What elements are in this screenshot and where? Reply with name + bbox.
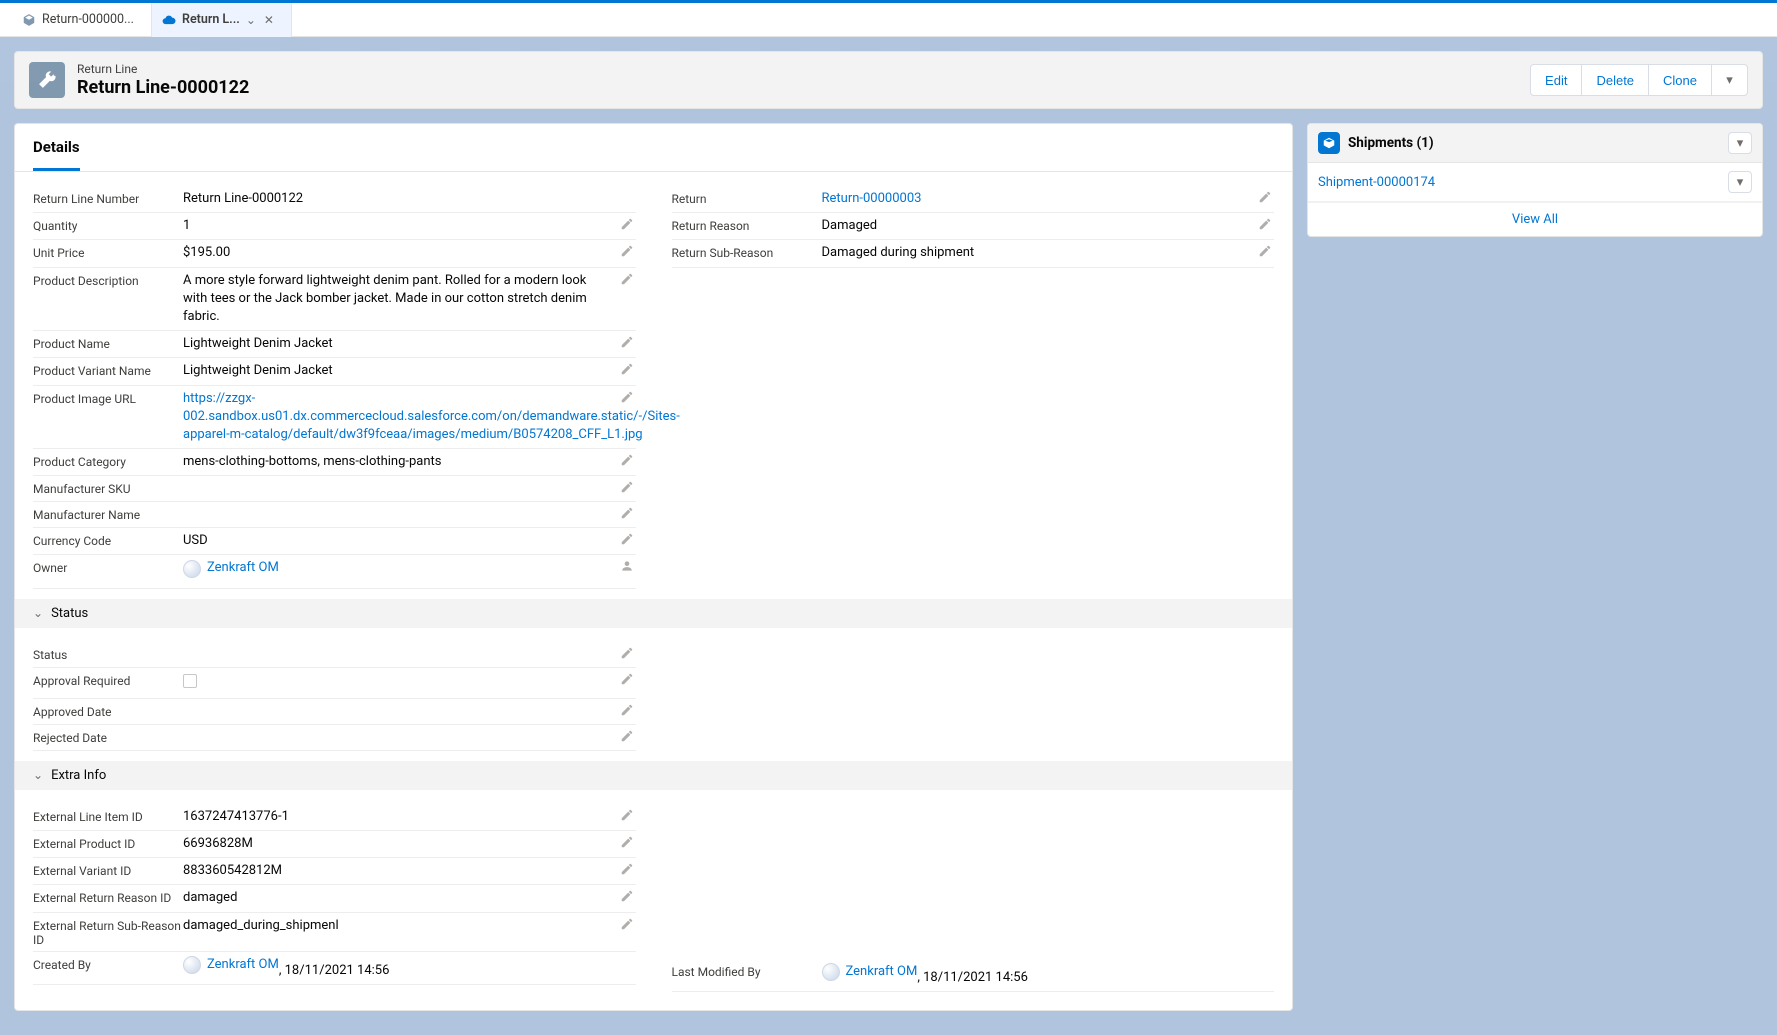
pencil-icon[interactable] — [620, 646, 634, 660]
tab-label: Return-000000... — [42, 12, 134, 27]
header-actions: Edit Delete Clone ▾ — [1530, 64, 1748, 96]
related-menu-button[interactable]: ▾ — [1728, 132, 1752, 154]
pencil-icon[interactable] — [620, 532, 634, 546]
related-shipments-card: Shipments (1) ▾ Shipment-00000174 ▾ View… — [1307, 123, 1763, 237]
field-external-return-reason-id: External Return Reason ID damaged — [33, 885, 636, 912]
field-return-reason: Return Reason Damaged — [672, 213, 1275, 240]
pencil-icon[interactable] — [620, 390, 634, 404]
field-currency-code: Currency Code USD — [33, 528, 636, 555]
pencil-icon[interactable] — [620, 862, 634, 876]
field-return: Return Return-00000003 — [672, 186, 1275, 213]
field-product-variant-name: Product Variant Name Lightweight Denim J… — [33, 358, 636, 385]
pencil-icon[interactable] — [1258, 244, 1272, 258]
record-header: Return Line Return Line-0000122 Edit Del… — [14, 51, 1763, 109]
field-quantity: Quantity 1 — [33, 213, 636, 240]
tab-return-line[interactable]: Return L... ⌄ ✕ — [152, 3, 292, 37]
owner-link[interactable]: Zenkraft OM — [207, 559, 279, 577]
pencil-icon[interactable] — [620, 835, 634, 849]
pencil-icon[interactable] — [620, 335, 634, 349]
details-left-column: Return Line Number Return Line-0000122 Q… — [33, 186, 636, 589]
clone-button[interactable]: Clone — [1649, 64, 1712, 96]
avatar — [822, 963, 840, 981]
entity-label: Return Line — [77, 62, 249, 76]
shipment-link[interactable]: Shipment-00000174 — [1318, 175, 1435, 190]
section-status[interactable]: ⌄ Status — [15, 599, 1292, 628]
avatar — [183, 560, 201, 578]
edit-button[interactable]: Edit — [1530, 64, 1582, 96]
tab-details[interactable]: Details — [33, 124, 80, 171]
tab-label: Return L... — [182, 12, 240, 27]
pencil-icon[interactable] — [620, 244, 634, 258]
cube-icon — [22, 13, 36, 27]
pencil-icon[interactable] — [620, 362, 634, 376]
list-item: Shipment-00000174 ▾ — [1308, 163, 1762, 202]
pencil-icon[interactable] — [1258, 190, 1272, 204]
pencil-icon[interactable] — [620, 480, 634, 494]
field-product-image-url: Product Image URL https://zzgx-002.sandb… — [33, 386, 636, 450]
pencil-icon[interactable] — [620, 506, 634, 520]
row-menu-button[interactable]: ▾ — [1728, 171, 1752, 193]
field-product-description: Product Description A more style forward… — [33, 268, 636, 332]
workspace-tabs: Return-000000... Return L... ⌄ ✕ — [0, 3, 1777, 37]
field-external-return-sub-reason-id: External Return Sub-Reason ID damaged_du… — [33, 913, 636, 952]
related-title[interactable]: Shipments (1) — [1348, 135, 1434, 151]
pencil-icon[interactable] — [620, 272, 634, 286]
box-icon — [1318, 132, 1340, 154]
pencil-icon[interactable] — [1258, 217, 1272, 231]
details-right-column: Return Return-00000003 Return Reason Dam… — [672, 186, 1275, 589]
field-status: Status — [33, 642, 636, 668]
field-return-sub-reason: Return Sub-Reason Damaged during shipmen… — [672, 240, 1275, 267]
field-product-category: Product Category mens-clothing-bottoms, … — [33, 449, 636, 476]
field-external-variant-id: External Variant ID 883360542812M — [33, 858, 636, 885]
pencil-icon[interactable] — [620, 729, 634, 743]
close-icon[interactable]: ✕ — [264, 13, 274, 27]
section-extra-info[interactable]: ⌄ Extra Info — [15, 761, 1292, 790]
more-actions-button[interactable]: ▾ — [1712, 64, 1748, 96]
field-product-name: Product Name Lightweight Denim Jacket — [33, 331, 636, 358]
field-rejected-date: Rejected Date — [33, 725, 636, 751]
field-return-line-number: Return Line Number Return Line-0000122 — [33, 186, 636, 213]
field-last-modified-by: Last Modified By Zenkraft OM , 18/11/202… — [672, 959, 1275, 992]
field-external-line-item-id: External Line Item ID 1637247413776-1 — [33, 804, 636, 831]
last-modified-by-link[interactable]: Zenkraft OM — [846, 963, 918, 981]
chevron-down-icon[interactable]: ⌄ — [246, 13, 256, 27]
pencil-icon[interactable] — [620, 703, 634, 717]
created-by-link[interactable]: Zenkraft OM — [207, 956, 279, 974]
field-external-product-id: External Product ID 66936828M — [33, 831, 636, 858]
chevron-down-icon: ⌄ — [33, 606, 43, 620]
pencil-icon[interactable] — [620, 808, 634, 822]
checkbox-unchecked — [183, 674, 197, 688]
delete-button[interactable]: Delete — [1582, 64, 1649, 96]
wrench-icon — [29, 62, 65, 98]
page-title: Return Line-0000122 — [77, 77, 249, 98]
field-manufacturer-sku: Manufacturer SKU — [33, 476, 636, 502]
chevron-down-icon: ⌄ — [33, 768, 43, 782]
view-all-link[interactable]: View All — [1308, 202, 1762, 236]
field-approved-date: Approved Date — [33, 699, 636, 725]
cloud-icon — [162, 13, 176, 27]
field-approval-required: Approval Required — [33, 668, 636, 699]
pencil-icon[interactable] — [620, 917, 634, 931]
details-card: Details Return Line Number Return Line-0… — [14, 123, 1293, 1011]
field-unit-price: Unit Price $195.00 — [33, 240, 636, 267]
return-link[interactable]: Return-00000003 — [822, 191, 922, 206]
field-owner: Owner Zenkraft OM — [33, 555, 636, 588]
change-owner-icon[interactable] — [620, 559, 634, 573]
pencil-icon[interactable] — [620, 217, 634, 231]
pencil-icon[interactable] — [620, 889, 634, 903]
field-created-by: Created By Zenkraft OM , 18/11/2021 14:5… — [33, 952, 636, 985]
product-image-url-link[interactable]: https://zzgx-002.sandbox.us01.dx.commerc… — [183, 391, 680, 442]
pencil-icon[interactable] — [620, 453, 634, 467]
pencil-icon[interactable] — [620, 672, 634, 686]
avatar — [183, 956, 201, 974]
field-manufacturer-name: Manufacturer Name — [33, 502, 636, 528]
tab-return[interactable]: Return-000000... — [12, 3, 152, 37]
